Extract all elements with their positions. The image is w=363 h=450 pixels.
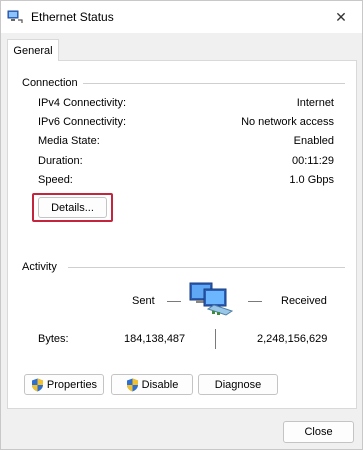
media-state-label: Media State: <box>38 135 100 147</box>
ipv4-label: IPv4 Connectivity: <box>38 97 127 109</box>
shield-icon <box>126 378 138 391</box>
general-panel: Connection IPv4 Connectivity: Internet I… <box>7 60 357 409</box>
bytes-separator <box>215 329 216 349</box>
sent-dash <box>167 301 181 302</box>
bytes-label: Bytes: <box>38 333 69 345</box>
speed-label: Speed: <box>38 174 73 186</box>
tab-general[interactable]: General <box>7 39 59 61</box>
sent-label: Sent <box>132 295 155 307</box>
activity-divider <box>68 267 345 268</box>
properties-button[interactable]: Properties <box>24 374 104 395</box>
diagnose-button-label: Diagnose <box>214 378 262 391</box>
ipv6-value: No network access <box>241 116 334 128</box>
media-state-value: Enabled <box>293 135 334 147</box>
diagnose-button[interactable]: Diagnose <box>198 374 278 395</box>
received-label: Received <box>281 295 327 307</box>
connection-divider <box>83 83 345 84</box>
details-highlight <box>32 193 113 222</box>
disable-button[interactable]: Disable <box>111 374 193 395</box>
speed-value: 1.0 Gbps <box>289 174 334 186</box>
window-title: Ethernet Status <box>31 10 114 24</box>
bytes-sent-value: 184,138,487 <box>124 333 186 345</box>
close-button[interactable]: Close <box>283 421 354 443</box>
ethernet-status-window: Ethernet Status ✕ General Connection IPv… <box>0 0 363 450</box>
network-icon <box>7 10 23 23</box>
close-icon[interactable]: ✕ <box>328 4 354 30</box>
shield-icon <box>31 378 43 391</box>
close-button-label: Close <box>304 426 333 438</box>
disable-button-label: Disable <box>141 378 179 391</box>
duration-label: Duration: <box>38 155 83 167</box>
received-dash <box>248 301 262 302</box>
duration-value: 00:11:29 <box>291 155 334 167</box>
title-bar: Ethernet Status ✕ <box>1 1 362 33</box>
activity-group-title: Activity <box>22 261 57 273</box>
ipv4-value: Internet <box>296 97 334 109</box>
ipv6-label: IPv6 Connectivity: <box>38 116 127 128</box>
bytes-received-value: 2,248,156,629 <box>257 333 328 345</box>
properties-button-label: Properties <box>46 378 98 391</box>
network-activity-icon <box>189 282 234 316</box>
connection-group-title: Connection <box>22 77 78 89</box>
